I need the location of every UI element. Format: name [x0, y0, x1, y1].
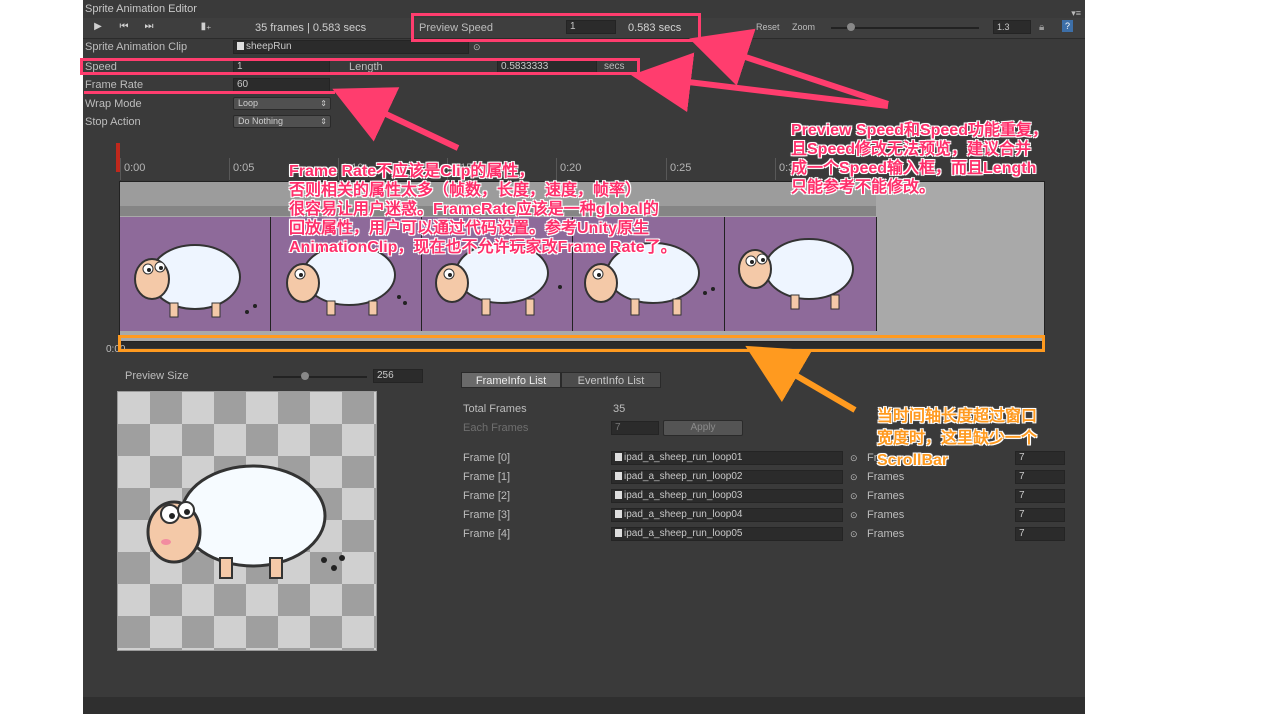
annotation-line: ScrollBar	[877, 452, 949, 469]
scrollbar-annotation: 当时间轴长度超过窗口 宽度时，这里缺少一个 ScrollBar	[877, 406, 1037, 472]
arrow-to-scrollbar	[745, 345, 857, 413]
annotation-line: 否则相关的属性太多（帧数，长度，速度，帧率）	[289, 182, 642, 199]
annotation-line: 成一个Speed输入框，而且Length	[791, 160, 1037, 177]
annotation-line: Frame Rate不应该是Clip的属性，	[289, 163, 535, 180]
annotation-arrows	[332, 28, 889, 413]
frame-rate-annotation: Frame Rate不应该是Clip的属性， 否则相关的属性太多（帧数，长度，速…	[289, 162, 677, 257]
annotation-line: 当时间轴长度超过窗口	[877, 408, 1038, 425]
annotation-line: 只能参考不能修改。	[791, 179, 936, 196]
annotation-line: 且Speed修改无法预览，建议合并	[791, 141, 1032, 158]
annotation-line: 很容易让用户迷惑。FrameRate应该是一种global的	[289, 201, 659, 218]
annotation-line: AnimationClip，现在也不允许玩家改Frame Rate了。	[289, 239, 677, 256]
annotation-line: 回放属性，用户可以通过代码设置。参考Unity原生	[289, 220, 650, 237]
speed-annotation: Preview Speed和Speed功能重复， 且Speed修改无法预览，建议…	[791, 121, 1048, 197]
arrow-to-frame-rate	[332, 87, 460, 151]
annotation-line: 宽度时，这里缺少一个	[877, 430, 1038, 447]
annotation-line: Preview Speed和Speed功能重复，	[791, 122, 1048, 139]
